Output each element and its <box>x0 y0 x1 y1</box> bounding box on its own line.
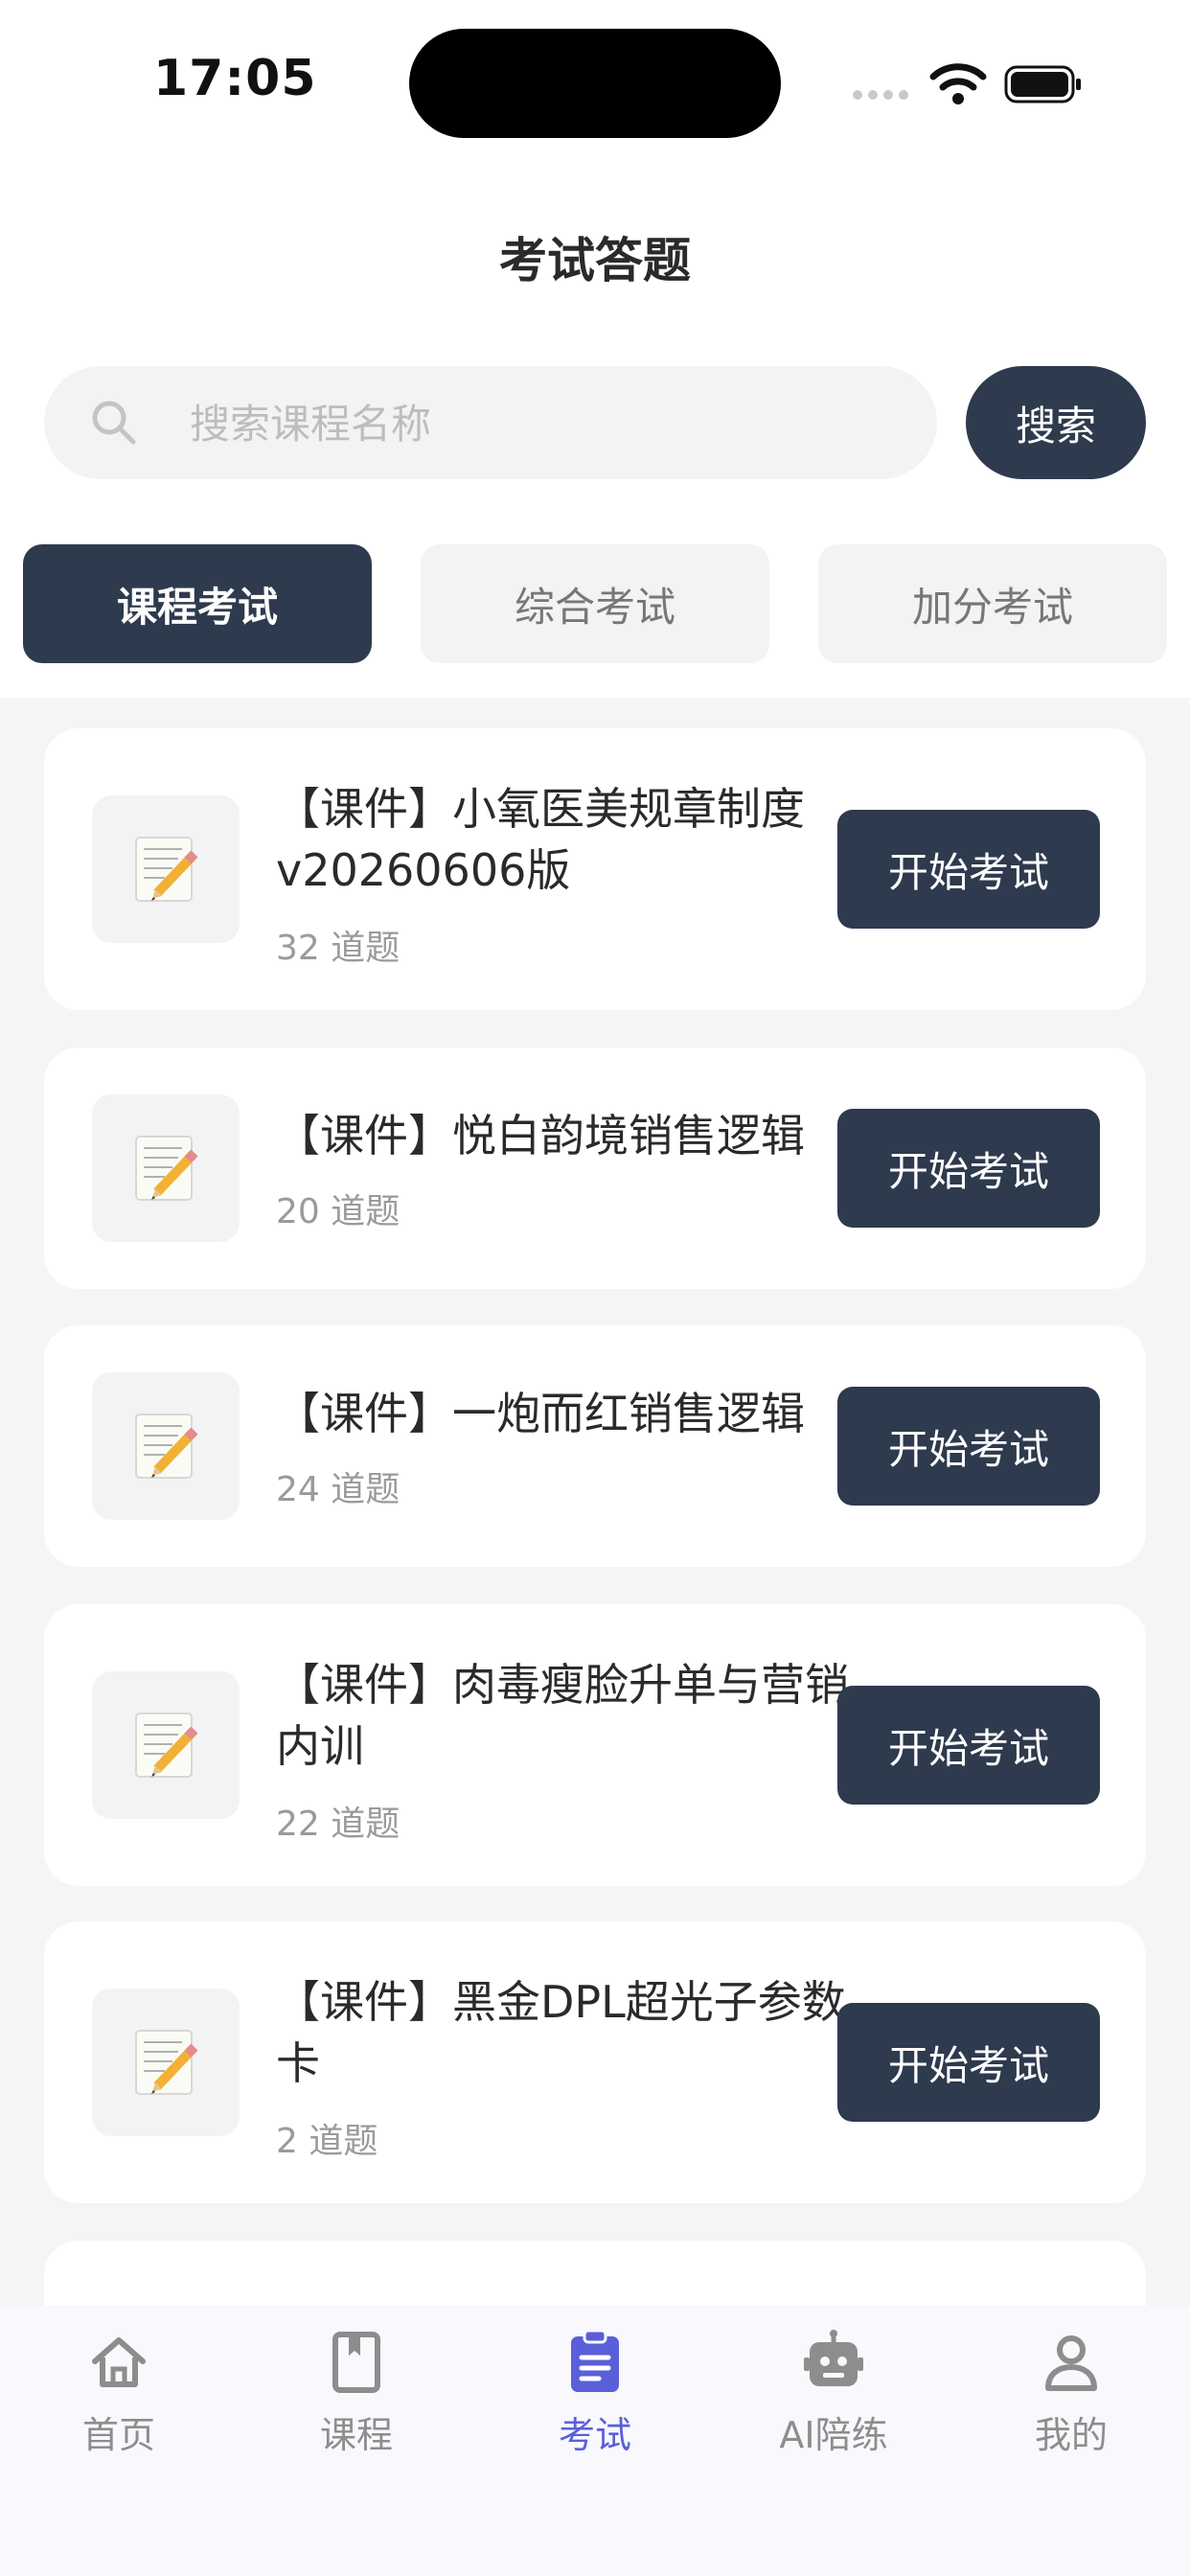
exam-type-tabs: 课程考试 综合考试 加分考试 <box>23 544 1167 663</box>
status-time: 17:05 <box>153 50 317 107</box>
course-card: 【课件】小氧医美规章制度v20260606版 32 道题 开始考试 <box>44 728 1146 1010</box>
nav-course[interactable]: 课程 <box>261 2329 452 2472</box>
start-exam-button[interactable]: 开始考试 <box>837 1387 1100 1506</box>
course-title: 【课件】黑金DPL超光子参数卡 <box>276 1976 846 2089</box>
course-card: 【课件】黑金DPL超光子参数卡 2 道题 开始考试 <box>44 1921 1146 2203</box>
search-box[interactable] <box>44 366 937 481</box>
user-icon <box>1045 2335 1097 2391</box>
course-title: 【课件】肉毒瘦脸升单与营销内训 <box>276 1659 849 1772</box>
nav-exam-label: 考试 <box>558 2414 631 2456</box>
search-button[interactable]: 搜索 <box>966 366 1146 479</box>
question-count: 24 道题 <box>276 1470 400 1509</box>
nav-ai-practice-label: AI陪练 <box>779 2414 888 2456</box>
nav-ai-practice[interactable]: AI陪练 <box>738 2329 929 2472</box>
robot-icon <box>804 2330 863 2386</box>
question-count: 20 道题 <box>276 1192 400 1231</box>
home-icon <box>92 2337 146 2387</box>
course-card: 【课件】悦白韵境销售逻辑 20 道题 开始考试 <box>44 1047 1146 1289</box>
nav-home[interactable]: 首页 <box>23 2329 215 2472</box>
course-title: 【课件】悦白韵境销售逻辑 <box>276 1110 805 1162</box>
page-title: 考试答题 <box>499 233 691 288</box>
memo-icon <box>92 1989 240 2136</box>
dynamic-island <box>409 29 781 138</box>
search-input[interactable] <box>188 366 901 481</box>
question-count: 32 道题 <box>276 929 400 968</box>
course-card: 【课件】一炮而红销售逻辑 24 道题 开始考试 <box>44 1325 1146 1567</box>
course-title: 【课件】一炮而红销售逻辑 <box>276 1388 805 1439</box>
memo-icon <box>92 795 240 943</box>
clipboard-icon <box>571 2329 619 2392</box>
nav-home-label: 首页 <box>81 2414 155 2456</box>
nav-exam[interactable]: 考试 <box>499 2329 691 2472</box>
memo-icon <box>92 1372 240 1520</box>
nav-course-label: 课程 <box>319 2414 393 2456</box>
search-icon <box>92 401 136 445</box>
start-exam-button[interactable]: 开始考试 <box>837 2003 1100 2122</box>
course-title: 【课件】小氧医美规章制度v20260606版 <box>276 783 805 896</box>
start-exam-button[interactable]: 开始考试 <box>837 810 1100 929</box>
course-card: 【课件】肉毒瘦脸升单与营销内训 22 道题 开始考试 <box>44 1604 1146 1886</box>
bottom-tab-bar: 首页 课程 考试 AI陪练 我的 <box>0 2306 1190 2576</box>
question-count: 22 道题 <box>276 1805 400 1844</box>
start-exam-button[interactable]: 开始考试 <box>837 1109 1100 1228</box>
memo-icon <box>92 1671 240 1819</box>
battery-icon <box>1004 65 1081 104</box>
nav-mine-label: 我的 <box>1034 2414 1108 2456</box>
cellular-signal-icon <box>853 90 908 100</box>
tab-course-exam[interactable]: 课程考试 <box>23 544 372 663</box>
book-icon <box>332 2332 380 2393</box>
memo-icon <box>92 1094 240 1242</box>
question-count: 2 道题 <box>276 2122 378 2161</box>
tab-comprehensive-exam[interactable]: 综合考试 <box>421 544 769 663</box>
nav-mine[interactable]: 我的 <box>975 2329 1167 2472</box>
wifi-icon <box>929 63 987 104</box>
start-exam-button[interactable]: 开始考试 <box>837 1686 1100 1805</box>
tab-bonus-exam[interactable]: 加分考试 <box>818 544 1167 663</box>
